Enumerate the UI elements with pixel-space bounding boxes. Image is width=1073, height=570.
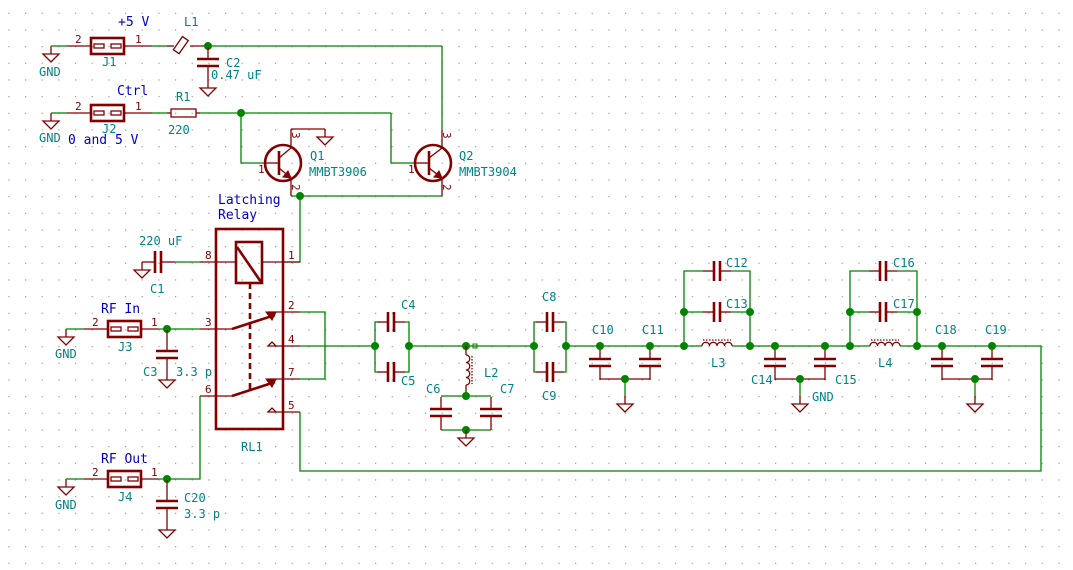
junction [913, 308, 921, 316]
junction [746, 308, 754, 316]
pin-number: 6 [205, 383, 212, 396]
ref-label: C20 [184, 491, 206, 505]
junction [746, 342, 754, 350]
ref-label: C12 [726, 256, 748, 270]
pin-number: 1 [135, 33, 142, 46]
ref-label: C5 [401, 374, 415, 388]
ref-label: C4 [401, 298, 415, 312]
ref-label: C11 [642, 323, 664, 337]
ref-label: C17 [893, 297, 915, 311]
pin-number: 1 [135, 100, 142, 113]
pin-number: 7 [288, 366, 295, 379]
junction [846, 308, 854, 316]
net-label-rf-in: RF In [101, 302, 140, 317]
pin-number: 1 [288, 249, 295, 262]
ref-label: J1 [102, 55, 116, 69]
value-label: 3.3 p [184, 507, 220, 521]
net-label-plus5v: +5 V [118, 15, 149, 30]
pin-number: 2 [92, 466, 99, 479]
ref-label: C13 [726, 297, 748, 311]
value-label: 220 uF [139, 234, 182, 248]
junction [371, 342, 379, 350]
gnd-label: GND [55, 347, 77, 361]
pin-number: 3 [289, 132, 302, 139]
ref-label: Q2 [459, 149, 473, 163]
ref-label: L3 [711, 356, 725, 370]
pin-number: 1 [151, 316, 158, 329]
junction [988, 342, 996, 350]
pin-number: 1 [408, 163, 415, 176]
pin-number: 2 [75, 100, 82, 113]
net-label-rf-out: RF Out [101, 452, 148, 467]
pin-number: 8 [205, 249, 212, 262]
ref-label: J4 [118, 490, 132, 504]
ref-label: C18 [935, 323, 957, 337]
net-label-ctrl-range: 0 and 5 V [68, 133, 139, 148]
ref-label: C6 [426, 382, 440, 396]
ref-label: C10 [592, 323, 614, 337]
value-label: 0.47 uF [211, 68, 262, 82]
gnd-label: GND [39, 65, 61, 79]
junction [646, 342, 654, 350]
schematic-canvas[interactable]: 2 1 GND J1 +5 V L1 C2 0.47 uF 2 1 GND J2… [0, 0, 1073, 570]
ref-label: C9 [542, 389, 556, 403]
value-label: 3.3 p [176, 365, 212, 379]
pin-number: 2 [92, 316, 99, 329]
ref-label: C14 [751, 373, 773, 387]
ref-label: R1 [176, 90, 190, 104]
junction [680, 342, 688, 350]
gnd-label: GND [55, 498, 77, 512]
ref-label: C19 [985, 323, 1007, 337]
ref-label: C7 [500, 382, 514, 396]
pin-number: 2 [288, 299, 295, 312]
ref-label: J3 [118, 340, 132, 354]
pin-number: 4 [288, 333, 295, 346]
junction [846, 342, 854, 350]
value-label: MMBT3904 [459, 165, 517, 179]
gnd-label: GND [812, 390, 834, 404]
ref-label: L2 [484, 366, 498, 380]
ref-label: L1 [184, 15, 198, 29]
pin-number: 1 [258, 163, 265, 176]
relay-title-line2: Relay [218, 208, 257, 223]
junction [913, 342, 921, 350]
value-label: MMBT3906 [309, 165, 367, 179]
pin-number: 2 [75, 33, 82, 46]
junction [938, 342, 946, 350]
junction [596, 342, 604, 350]
relay-title-line1: Latching [218, 193, 281, 208]
ref-label: C1 [150, 282, 164, 296]
ref-label: C15 [835, 373, 857, 387]
junction [680, 308, 688, 316]
net-label-ctrl: Ctrl [117, 84, 148, 99]
pin-number: 1 [151, 466, 158, 479]
ref-label: C16 [893, 256, 915, 270]
ref-label: L4 [878, 356, 892, 370]
gnd-label: GND [39, 131, 61, 145]
junction [771, 342, 779, 350]
pin-number: 3 [205, 316, 212, 329]
junction [821, 342, 829, 350]
value-label: 220 [168, 123, 190, 137]
pin-number: 2 [289, 184, 302, 191]
pin-number: 3 [440, 132, 453, 139]
pin-number: 5 [288, 399, 295, 412]
ref-label: RL1 [241, 440, 263, 454]
ref-label: C8 [542, 290, 556, 304]
ref-label: Q1 [310, 149, 324, 163]
ref-label: C3 [143, 365, 157, 379]
pin-number: 2 [440, 184, 453, 191]
junction [530, 342, 538, 350]
